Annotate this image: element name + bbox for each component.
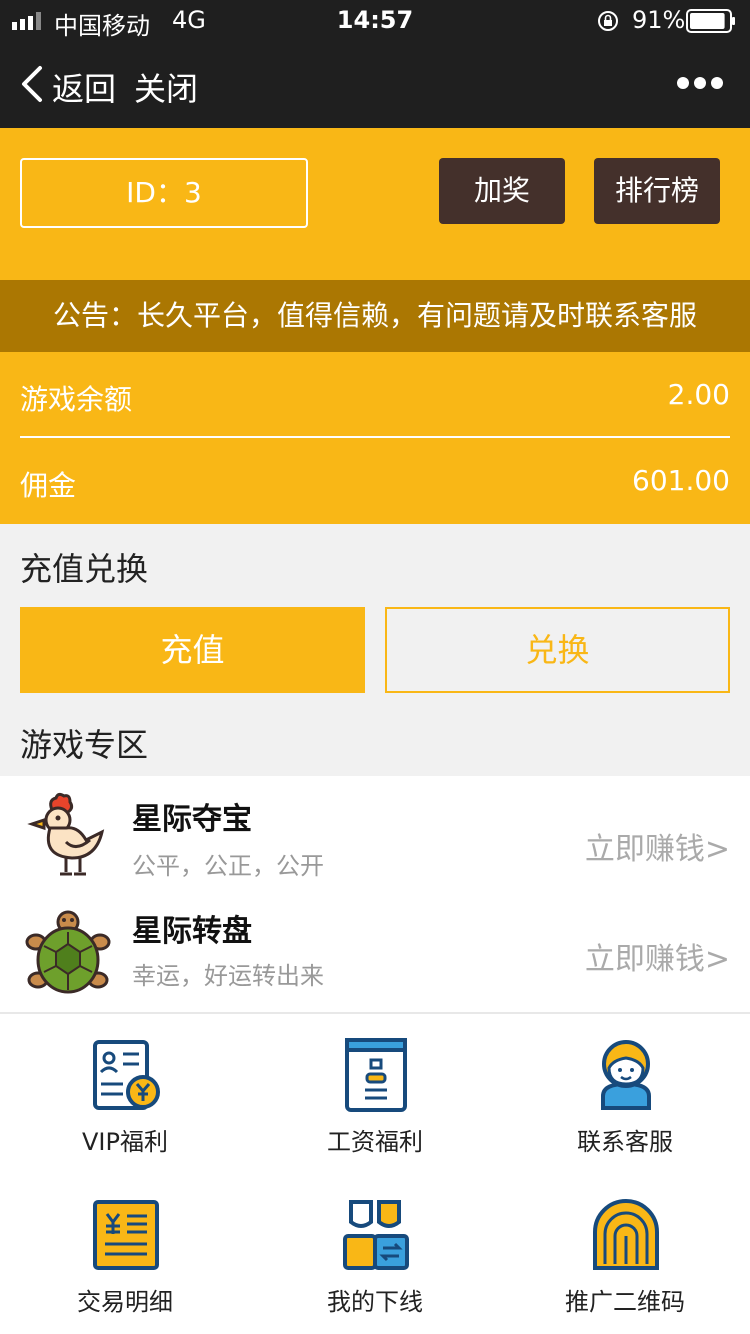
close-button[interactable]: 关闭: [134, 64, 198, 110]
more-icon[interactable]: [676, 76, 724, 90]
announcement-bar: 公告：长久平台，值得信赖，有问题请及时联系客服: [0, 280, 750, 352]
top-bar: 中国移动 4G 14:57 91% 返回 关闭: [0, 0, 750, 128]
menu-label: 我的下线: [327, 1288, 423, 1316]
status-bar: 中国移动 4G 14:57 91%: [0, 0, 750, 42]
recharge-section: 充值兑换 充值 兑换 游戏专区: [0, 524, 750, 776]
game-item-wheel[interactable]: 星际转盘 幸运，好运转出来 立即赚钱>: [0, 894, 750, 1012]
rotation-lock-icon: [598, 11, 618, 31]
turtle-icon: [25, 910, 111, 994]
menu-label: 推广二维码: [565, 1288, 685, 1316]
recharge-button[interactable]: 充值: [20, 607, 365, 693]
nav-bar: 返回 关闭: [0, 42, 750, 128]
menu-label: 联系客服: [577, 1128, 673, 1156]
menu-my-downline[interactable]: 我的下线: [250, 1174, 500, 1334]
exchange-button[interactable]: 兑换: [385, 607, 730, 693]
menu-customer-service[interactable]: 联系客服: [500, 1014, 750, 1174]
service-agent-icon: [601, 1040, 651, 1110]
battery-percent: 91%: [632, 6, 686, 34]
receipt-icon: [93, 1200, 159, 1270]
earn-now-link[interactable]: 立即赚钱>: [585, 934, 730, 978]
balance-panel: 游戏余额 2.00 佣金 601.00: [0, 352, 750, 524]
game-balance-label: 游戏余额: [20, 383, 133, 416]
menu-label: VIP福利: [82, 1128, 168, 1156]
commission-value: 601.00: [632, 464, 730, 497]
commission-label: 佣金: [20, 469, 77, 502]
recharge-section-title: 充值兑换: [20, 550, 149, 588]
account-header: ID：3 加奖 排行榜: [0, 128, 750, 280]
leaderboard-button[interactable]: 排行榜: [594, 158, 720, 224]
back-chevron-icon[interactable]: [18, 64, 46, 104]
user-id-box: ID：3: [20, 158, 308, 228]
menu-transaction-details[interactable]: 交易明细: [0, 1174, 250, 1334]
game-balance-value: 2.00: [667, 378, 730, 411]
menu-salary-welfare[interactable]: 工资福利: [250, 1014, 500, 1174]
bonus-button[interactable]: 加奖: [439, 158, 565, 224]
game-item-treasure[interactable]: 星际夺宝 公平，公正，公开 立即赚钱>: [0, 776, 750, 894]
back-button[interactable]: 返回: [52, 64, 116, 110]
game-description: 公平，公正，公开: [132, 852, 324, 880]
badge-icon: [345, 1038, 407, 1112]
earn-now-link[interactable]: 立即赚钱>: [585, 824, 730, 868]
game-name: 星际夺宝: [132, 802, 252, 837]
menu-vip-welfare[interactable]: VIP福利: [0, 1014, 250, 1174]
chicken-icon: [27, 792, 105, 876]
games-section-title: 游戏专区: [20, 726, 149, 764]
game-name: 星际转盘: [132, 914, 252, 949]
game-balance-row: 游戏余额 2.00: [20, 352, 730, 438]
vip-card-icon: [93, 1040, 160, 1110]
game-description: 幸运，好运转出来: [132, 962, 324, 990]
commission-row: 佣金 601.00: [20, 438, 730, 524]
menu-promo-qrcode[interactable]: 推广二维码: [500, 1174, 750, 1334]
battery-icon: [686, 9, 735, 33]
downline-icon: [343, 1200, 409, 1270]
menu-label: 交易明细: [77, 1288, 173, 1316]
fingerprint-icon: [593, 1199, 659, 1270]
menu-label: 工资福利: [327, 1128, 423, 1156]
